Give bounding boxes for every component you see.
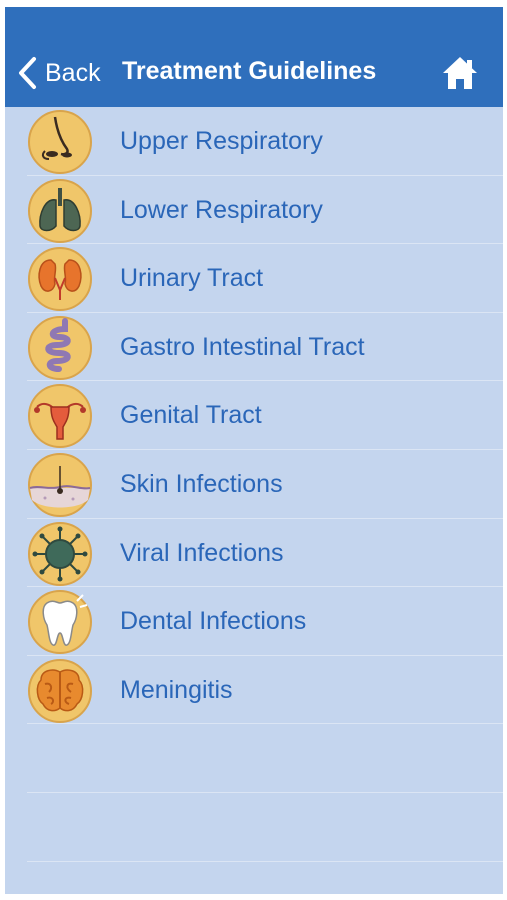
back-label: Back: [45, 58, 101, 87]
list-item-meningitis[interactable]: Meningitis: [5, 656, 503, 725]
back-button[interactable]: Back: [17, 55, 101, 91]
list-item-skin-infections[interactable]: Skin Infections: [5, 450, 503, 519]
nose-icon: [27, 109, 93, 175]
list-item-label: Gastro Intestinal Tract: [120, 332, 365, 361]
list-item-upper-respiratory[interactable]: Upper Respiratory: [5, 107, 503, 176]
empty-row-divider: [27, 792, 503, 793]
list-item-label: Meningitis: [120, 675, 233, 704]
list-item-genital-tract[interactable]: Genital Tract: [5, 381, 503, 450]
empty-row-divider: [27, 861, 503, 862]
home-icon[interactable]: [441, 55, 479, 91]
list-item-label: Skin Infections: [120, 469, 283, 498]
list-item-gastro-intestinal-tract[interactable]: Gastro Intestinal Tract: [5, 313, 503, 382]
intestine-icon: [27, 315, 93, 381]
page-title: Treatment Guidelines: [122, 57, 377, 85]
navigation-bar: Back Treatment Guidelines: [5, 7, 503, 107]
guideline-list: Upper Respiratory Lower Respiratory Urin…: [5, 107, 503, 724]
tooth-icon: [27, 589, 93, 655]
app-screen: Back Treatment Guidelines Upper Respirat…: [5, 7, 503, 894]
list-item-urinary-tract[interactable]: Urinary Tract: [5, 244, 503, 313]
list-item-label: Genital Tract: [120, 401, 262, 430]
virus-icon: [27, 521, 93, 587]
list-item-label: Viral Infections: [120, 538, 284, 567]
lungs-icon: [27, 178, 93, 244]
list-item-lower-respiratory[interactable]: Lower Respiratory: [5, 176, 503, 245]
list-item-dental-infections[interactable]: Dental Infections: [5, 587, 503, 656]
skin-icon: [27, 452, 93, 518]
kidneys-icon: [27, 246, 93, 312]
chevron-left-icon: [17, 56, 37, 90]
brain-icon: [27, 658, 93, 724]
list-item-label: Upper Respiratory: [120, 127, 323, 155]
list-item-viral-infections[interactable]: Viral Infections: [5, 519, 503, 588]
list-item-label: Dental Infections: [120, 607, 307, 636]
uterus-icon: [27, 383, 93, 449]
list-item-label: Lower Respiratory: [120, 195, 323, 224]
list-item-label: Urinary Tract: [120, 264, 264, 293]
